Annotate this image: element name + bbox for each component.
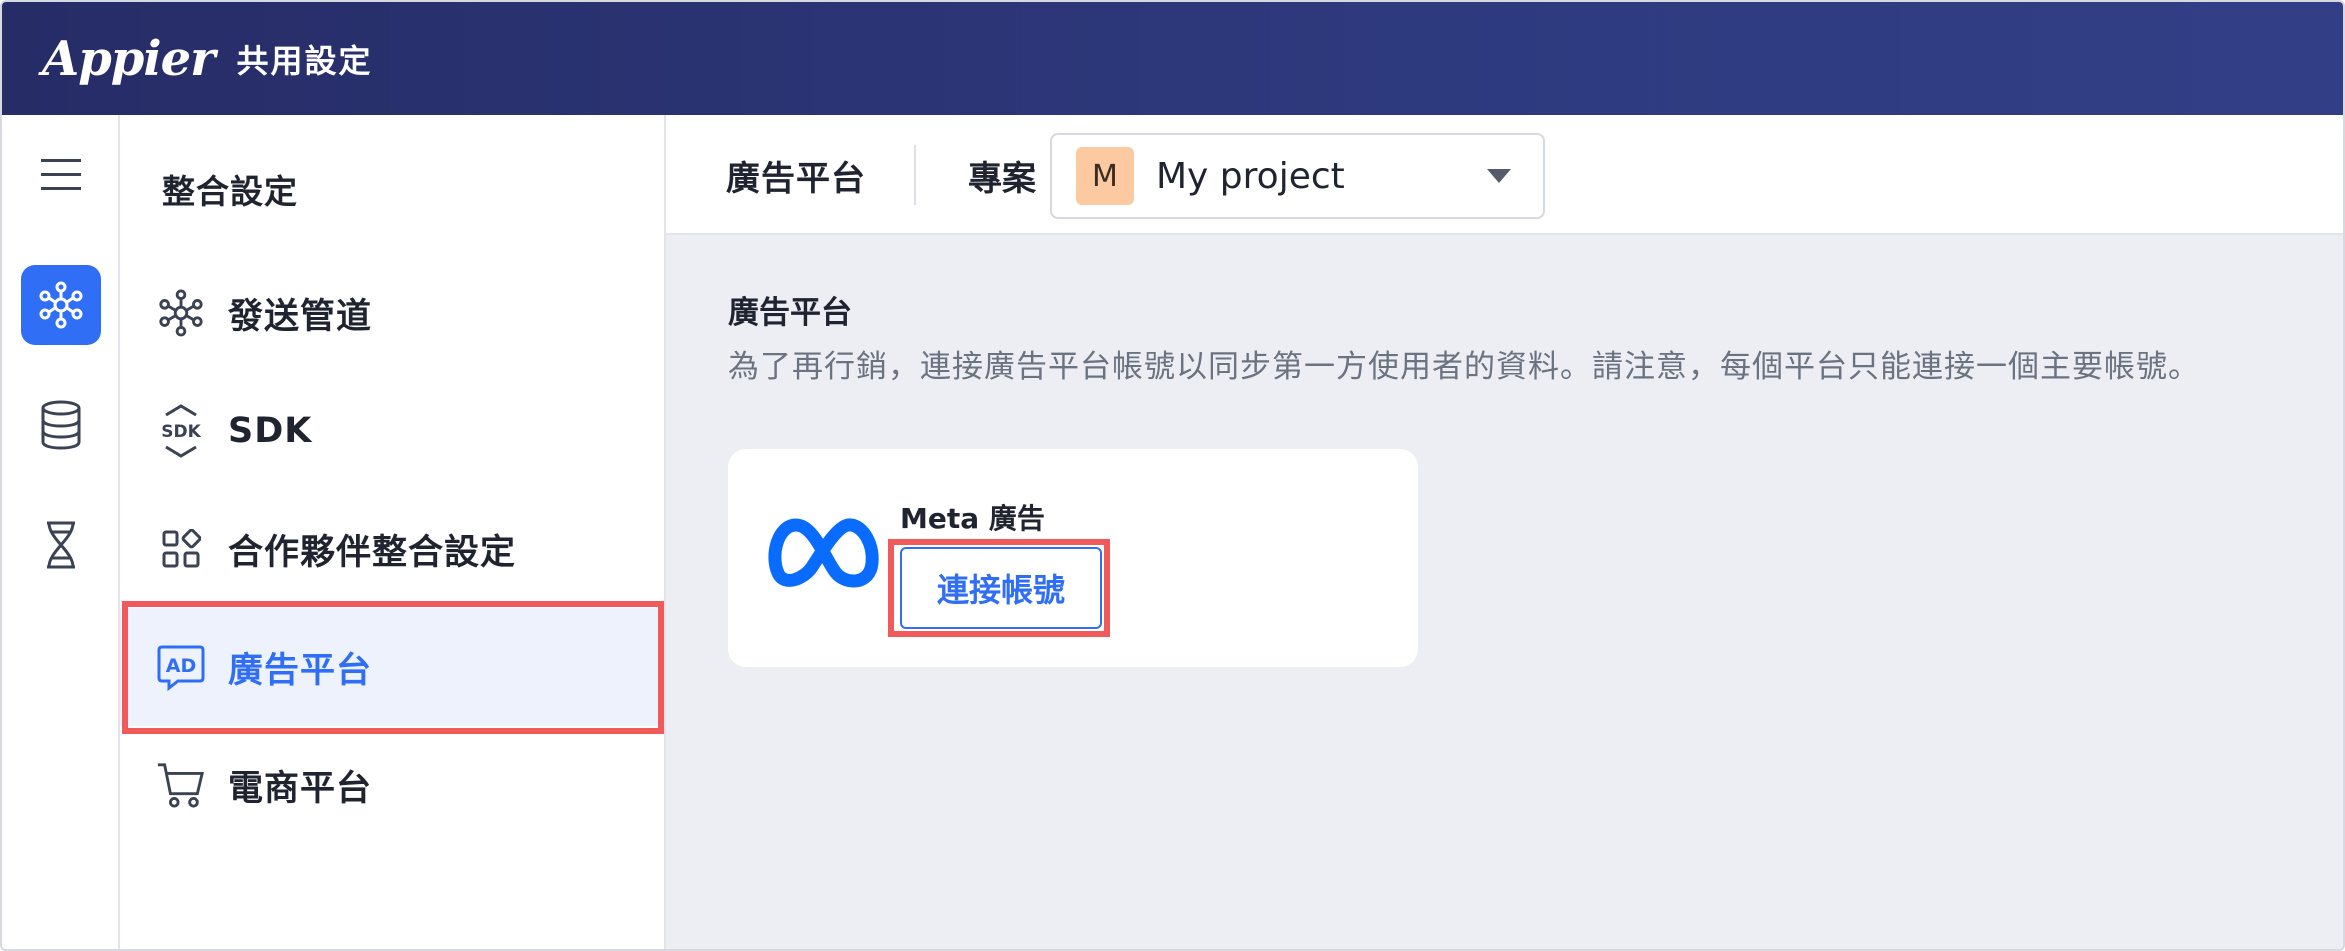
integration-sidebar: 整合設定 發送管道 SDK SDK 合作夥伴整合設定 AD 廣告平台 電商平台 <box>120 115 666 949</box>
top-header: Appier 共用設定 <box>2 2 2343 115</box>
chevron-down-icon <box>1487 169 1511 183</box>
sidebar-item-label: 電商平台 <box>228 768 373 809</box>
sidebar-item-sdk[interactable]: SDK SDK <box>120 372 664 490</box>
main-content: 廣告平台 專案 M My project 廣告平台 為了再行銷，連接廣告平台帳號… <box>666 115 2343 949</box>
sdk-icon: SDK <box>161 404 202 458</box>
integration-nodes-icon <box>39 281 83 329</box>
card-title: Meta 廣告 <box>900 502 1045 535</box>
meta-ads-card: Meta 廣告 連接帳號 <box>728 449 1418 667</box>
sidebar-item-channels[interactable]: 發送管道 <box>120 254 664 372</box>
sidebar-item-label: 合作夥伴整合設定 <box>228 532 517 573</box>
icon-rail <box>2 115 120 949</box>
sidebar-item-partners[interactable]: 合作夥伴整合設定 <box>120 490 664 608</box>
nodes-icon <box>159 289 203 337</box>
sidebar-item-label: SDK <box>228 411 313 451</box>
svg-text:SDK: SDK <box>161 422 201 442</box>
cart-icon <box>157 763 204 808</box>
project-label: 專案 <box>968 159 1036 199</box>
rail-database-button[interactable] <box>21 385 101 465</box>
sidebar-item-ad-platforms[interactable]: AD 廣告平台 <box>120 608 664 726</box>
breadcrumb: 廣告平台 <box>726 159 866 199</box>
app-window: Appier 共用設定 整合設定 發送管道 SDK SDK 合作夥伴整合設定 A… <box>0 0 2345 951</box>
database-icon <box>41 400 81 450</box>
meta-logo-icon <box>768 518 879 588</box>
rail-dna-button[interactable] <box>21 505 101 585</box>
sidebar-item-label: 廣告平台 <box>228 650 373 691</box>
hamburger-menu-button[interactable] <box>21 135 101 215</box>
project-name: My project <box>1156 155 1345 197</box>
hamburger-menu-icon <box>41 159 81 190</box>
project-select[interactable]: M My project <box>1050 133 1545 219</box>
apps-grid-icon <box>162 529 201 568</box>
connect-account-button[interactable]: 連接帳號 <box>900 547 1102 629</box>
sidebar-item-label: 發送管道 <box>228 296 373 337</box>
appier-logo[interactable]: Appier <box>42 31 215 87</box>
ad-icon: AD <box>157 645 205 692</box>
dna-icon <box>47 521 75 569</box>
app-title: 共用設定 <box>236 41 373 80</box>
sidebar-title: 整合設定 <box>162 172 298 211</box>
rail-integration-button[interactable] <box>21 265 101 345</box>
svg-text:AD: AD <box>166 655 196 677</box>
sidebar-item-ecommerce[interactable]: 電商平台 <box>120 726 664 844</box>
section-description: 為了再行銷，連接廣告平台帳號以同步第一方使用者的資料。請注意，每個平台只能連接一… <box>728 349 2200 385</box>
project-avatar: M <box>1076 147 1134 205</box>
section-title: 廣告平台 <box>728 295 852 331</box>
toolbar-divider <box>914 145 916 205</box>
page-toolbar: 廣告平台 專案 M My project <box>666 115 2343 235</box>
